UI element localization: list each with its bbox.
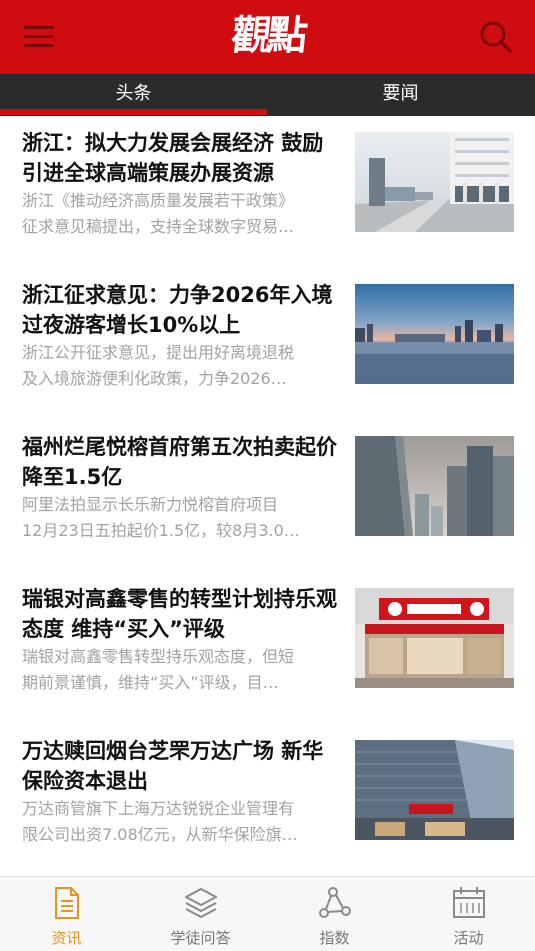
layers-icon <box>183 885 219 921</box>
article-item[interactable]: 浙江：拟大力发展会展经济 鼓励引进全球高端策展办展资源 浙江《推动经济高质量发展… <box>0 128 535 268</box>
bottom-navigation: 资讯 学徒问答 指数 活动 <box>0 876 535 951</box>
article-thumbnail <box>355 588 514 688</box>
network-nodes-icon <box>317 885 353 921</box>
summary-line: 浙江公开征求意见，提出用好离境退税 <box>22 343 295 362</box>
article-item[interactable]: 浙江征求意见：力争2026年入境过夜游客增长10%以上 浙江公开征求意见，提出用… <box>0 280 535 420</box>
summary-line: 及入境旅游便利化政策，力争2026… <box>22 369 287 388</box>
summary-line: 12月23日五拍起价1.5亿，较8月3.0… <box>22 521 300 540</box>
app-logo: 觀點 <box>229 12 307 59</box>
article-title: 浙江：拟大力发展会展经济 鼓励引进全球高端策展办展资源 <box>22 131 324 185</box>
article-thumbnail <box>355 740 514 840</box>
summary-line: 瑞银对高鑫零售转型持乐观态度，但短 <box>22 647 295 666</box>
search-icon[interactable] <box>479 20 513 54</box>
summary-line: 限公司出资7.08亿元，从新华保险旗… <box>22 825 298 844</box>
summary-line: 阿里法拍显示长乐新力悦榕首府项目 <box>22 495 279 514</box>
document-icon <box>49 885 85 921</box>
article-item[interactable]: 福州烂尾悦榕首府第五次拍卖起价降至1.5亿 阿里法拍显示长乐新力悦榕首府项目 1… <box>0 432 535 572</box>
app-header: 觀點 <box>0 0 535 74</box>
article-thumbnail <box>355 436 514 536</box>
summary-line: 征求意见稿提出，支持全球数字贸易… <box>22 217 295 236</box>
article-summary: 瑞银对高鑫零售转型持乐观态度，但短 期前景谨慎，维持“买入”评级，目… <box>22 644 344 696</box>
article-title: 浙江征求意见：力争2026年入境过夜游客增长10%以上 <box>22 283 333 337</box>
summary-line: 浙江《推动经济高质量发展若干政策》 <box>22 191 295 210</box>
nav-label: 活动 <box>453 929 484 947</box>
calendar-icon <box>451 885 487 921</box>
summary-line: 期前景谨慎，维持“买入”评级，目… <box>22 673 279 692</box>
article-summary: 万达商管旗下上海万达锐锐企业管理有 限公司出资7.08亿元，从新华保险旗… <box>22 796 344 848</box>
tab-important-news[interactable]: 要闻 <box>267 74 534 116</box>
article-summary: 浙江公开征求意见，提出用好离境退税 及入境旅游便利化政策，力争2026… <box>22 340 344 392</box>
summary-line: 万达商管旗下上海万达锐锐企业管理有 <box>22 799 295 818</box>
nav-item-news[interactable]: 资讯 <box>0 877 133 951</box>
article-title: 瑞银对高鑫零售的转型计划持乐观态度 维持“买入”评级 <box>22 587 337 641</box>
nav-item-events[interactable]: 活动 <box>402 877 535 951</box>
nav-label: 资讯 <box>51 929 82 947</box>
article-title: 万达赎回烟台芝罘万达广场 新华保险资本退出 <box>22 739 324 793</box>
article-thumbnail <box>355 132 514 232</box>
nav-item-qa[interactable]: 学徒问答 <box>134 877 267 951</box>
active-tab-indicator <box>0 109 267 115</box>
article-summary: 阿里法拍显示长乐新力悦榕首府项目 12月23日五拍起价1.5亿，较8月3.0… <box>22 492 344 544</box>
nav-label: 学徒问答 <box>170 929 231 947</box>
article-summary: 浙江《推动经济高质量发展若干政策》 征求意见稿提出，支持全球数字贸易… <box>22 188 344 240</box>
nav-item-index[interactable]: 指数 <box>268 877 401 951</box>
article-item[interactable]: 瑞银对高鑫零售的转型计划持乐观态度 维持“买入”评级 瑞银对高鑫零售转型持乐观态… <box>0 584 535 724</box>
article-thumbnail <box>355 284 514 384</box>
article-title: 福州烂尾悦榕首府第五次拍卖起价降至1.5亿 <box>22 435 337 489</box>
article-item[interactable]: 万达赎回烟台芝罘万达广场 新华保险资本退出 万达商管旗下上海万达锐锐企业管理有 … <box>0 736 535 876</box>
nav-label: 指数 <box>319 929 350 947</box>
